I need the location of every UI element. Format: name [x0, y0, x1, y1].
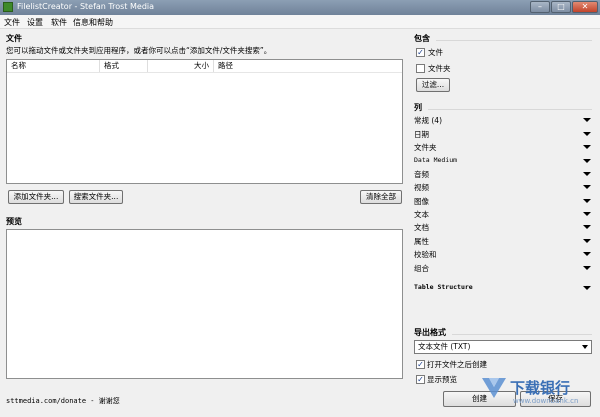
watermark-logo-icon — [482, 378, 506, 398]
show-preview-checkbox[interactable]: ✓ — [416, 375, 425, 384]
expand-attributes-icon[interactable] — [583, 239, 591, 243]
column-header-size[interactable]: 大小 — [148, 60, 214, 72]
columns-separator — [428, 109, 593, 110]
column-group-folder[interactable]: 文件夹 — [414, 142, 437, 153]
menu-info-help[interactable]: 信息和帮助 — [73, 17, 113, 28]
column-group-text[interactable]: 文本 — [414, 209, 429, 220]
column-header-name[interactable]: 名称 — [7, 60, 100, 72]
table-structure-heading[interactable]: Table Structure — [414, 283, 473, 291]
menu-settings[interactable]: 设置 — [27, 17, 43, 28]
expand-general-icon[interactable] — [583, 118, 591, 122]
clear-all-button[interactable]: 清除全部 — [360, 190, 402, 204]
column-header-path[interactable]: 路径 — [214, 60, 402, 72]
export-separator — [452, 334, 593, 335]
include-folders-label: 文件夹 — [428, 64, 451, 73]
minimize-button[interactable]: – — [530, 1, 550, 13]
show-preview-label: 显示预览 — [427, 375, 457, 384]
include-folders-checkbox[interactable] — [416, 64, 425, 73]
expand-text-icon[interactable] — [583, 212, 591, 216]
column-group-data-medium[interactable]: Data Medium — [414, 156, 457, 164]
right-panel-scrollbar[interactable] — [592, 30, 598, 416]
expand-document-icon[interactable] — [583, 225, 591, 229]
add-folder-button[interactable]: 添加文件夹... — [8, 190, 64, 204]
expand-checksum-icon[interactable] — [583, 252, 591, 256]
menu-file[interactable]: 文件 — [4, 17, 20, 28]
expand-date-icon[interactable] — [583, 132, 591, 136]
search-folder-button[interactable]: 搜索文件夹... — [69, 190, 123, 204]
expand-audio-icon[interactable] — [583, 172, 591, 176]
filter-button[interactable]: 过滤... — [416, 78, 450, 92]
files-heading: 文件 — [6, 34, 22, 43]
file-list-header: 名称 格式 大小 路径 — [7, 60, 402, 73]
include-heading: 包含 — [414, 34, 430, 43]
file-list[interactable]: 名称 格式 大小 路径 — [6, 59, 403, 184]
column-group-audio[interactable]: 音频 — [414, 169, 429, 180]
watermark-text: 下载银行 — [510, 379, 571, 397]
column-group-video[interactable]: 视频 — [414, 182, 429, 193]
preview-area[interactable] — [6, 229, 403, 379]
menu-software[interactable]: 软件 — [51, 17, 67, 28]
window-title: FilelistCreator - Stefan Trost Media — [17, 2, 155, 11]
expand-video-icon[interactable] — [583, 185, 591, 189]
chevron-down-icon — [582, 345, 588, 349]
title-bar[interactable]: FilelistCreator - Stefan Trost Media – □… — [0, 0, 600, 15]
include-separator — [436, 40, 593, 41]
open-after-create-checkbox[interactable]: ✓ — [416, 360, 425, 369]
menu-bar: 文件 设置 软件 信息和帮助 — [0, 15, 600, 29]
app-icon — [3, 2, 13, 12]
donate-link[interactable]: sttmedia.com/donate - 谢谢您 — [6, 396, 120, 406]
column-group-combination[interactable]: 组合 — [414, 263, 429, 274]
close-button[interactable]: ✕ — [572, 1, 598, 13]
export-format-select[interactable]: 文本文件 (TXT) — [414, 340, 592, 354]
column-group-image[interactable]: 图像 — [414, 196, 429, 207]
export-heading: 导出格式 — [414, 328, 446, 337]
column-group-general[interactable]: 常规 (4) — [414, 115, 442, 126]
column-header-format[interactable]: 格式 — [100, 60, 148, 72]
expand-combination-icon[interactable] — [583, 266, 591, 270]
expand-data-medium-icon[interactable] — [583, 159, 591, 163]
column-group-checksum[interactable]: 校验和 — [414, 249, 437, 260]
files-instruction: 您可以拖动文件或文件夹到应用程序，或者你可以点击“添加文件/文件夹搜索”。 — [6, 46, 272, 55]
expand-folder-icon[interactable] — [583, 145, 591, 149]
expand-table-structure-icon[interactable] — [583, 286, 591, 290]
column-group-date[interactable]: 日期 — [414, 129, 429, 140]
open-after-create-label: 打开文件之后创建 — [427, 360, 487, 369]
column-group-attributes[interactable]: 属性 — [414, 236, 429, 247]
include-files-label: 文件 — [428, 48, 443, 57]
export-format-value: 文本文件 (TXT) — [418, 342, 471, 351]
watermark-url: www.downbank.cn — [513, 397, 579, 405]
include-files-checkbox[interactable]: ✓ — [416, 48, 425, 57]
preview-heading: 预览 — [6, 217, 22, 226]
column-group-document[interactable]: 文档 — [414, 222, 429, 233]
columns-heading: 列 — [414, 103, 422, 112]
maximize-button[interactable]: □ — [551, 1, 571, 13]
expand-image-icon[interactable] — [583, 199, 591, 203]
